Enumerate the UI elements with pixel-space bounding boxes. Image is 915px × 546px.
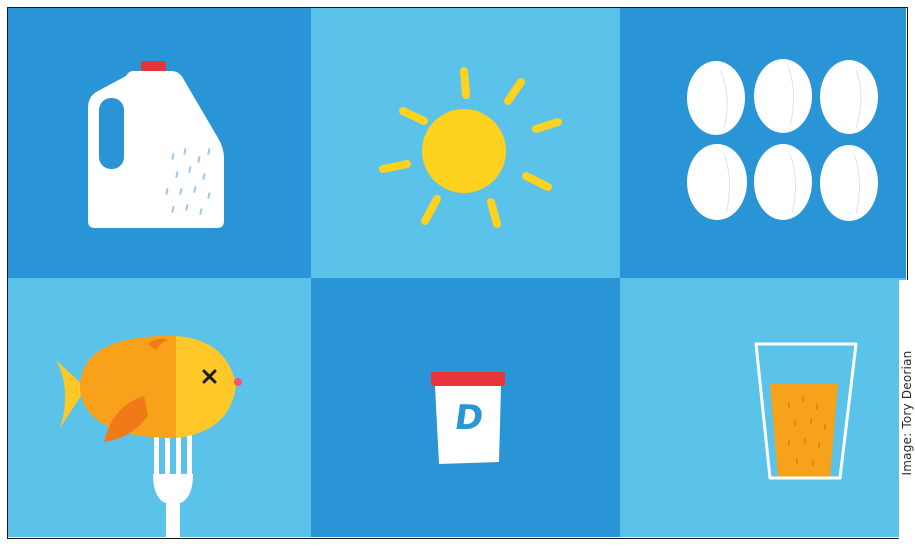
orange-juice-glass-icon: [754, 342, 858, 480]
sun-icon: [379, 67, 562, 228]
tile-eggs: [620, 8, 906, 278]
milk-jug-icon: [88, 61, 224, 228]
tile-orange-juice: [620, 278, 906, 537]
tile-vitamin-d: D: [311, 278, 620, 537]
eggs-icon: [687, 59, 878, 221]
tile-sun: [311, 8, 620, 278]
photo-credit-strip: Image: Tory Deorian: [899, 280, 915, 546]
vitamin-d-label: D: [452, 398, 486, 438]
fish-on-fork-icon: [56, 335, 242, 537]
illustration-frame: D: [7, 7, 908, 539]
photo-credit: Image: Tory Deorian: [900, 350, 914, 476]
vitamin-d-sources-grid: D: [8, 8, 906, 537]
tile-fish: [8, 278, 311, 537]
tile-milk: [8, 8, 311, 278]
